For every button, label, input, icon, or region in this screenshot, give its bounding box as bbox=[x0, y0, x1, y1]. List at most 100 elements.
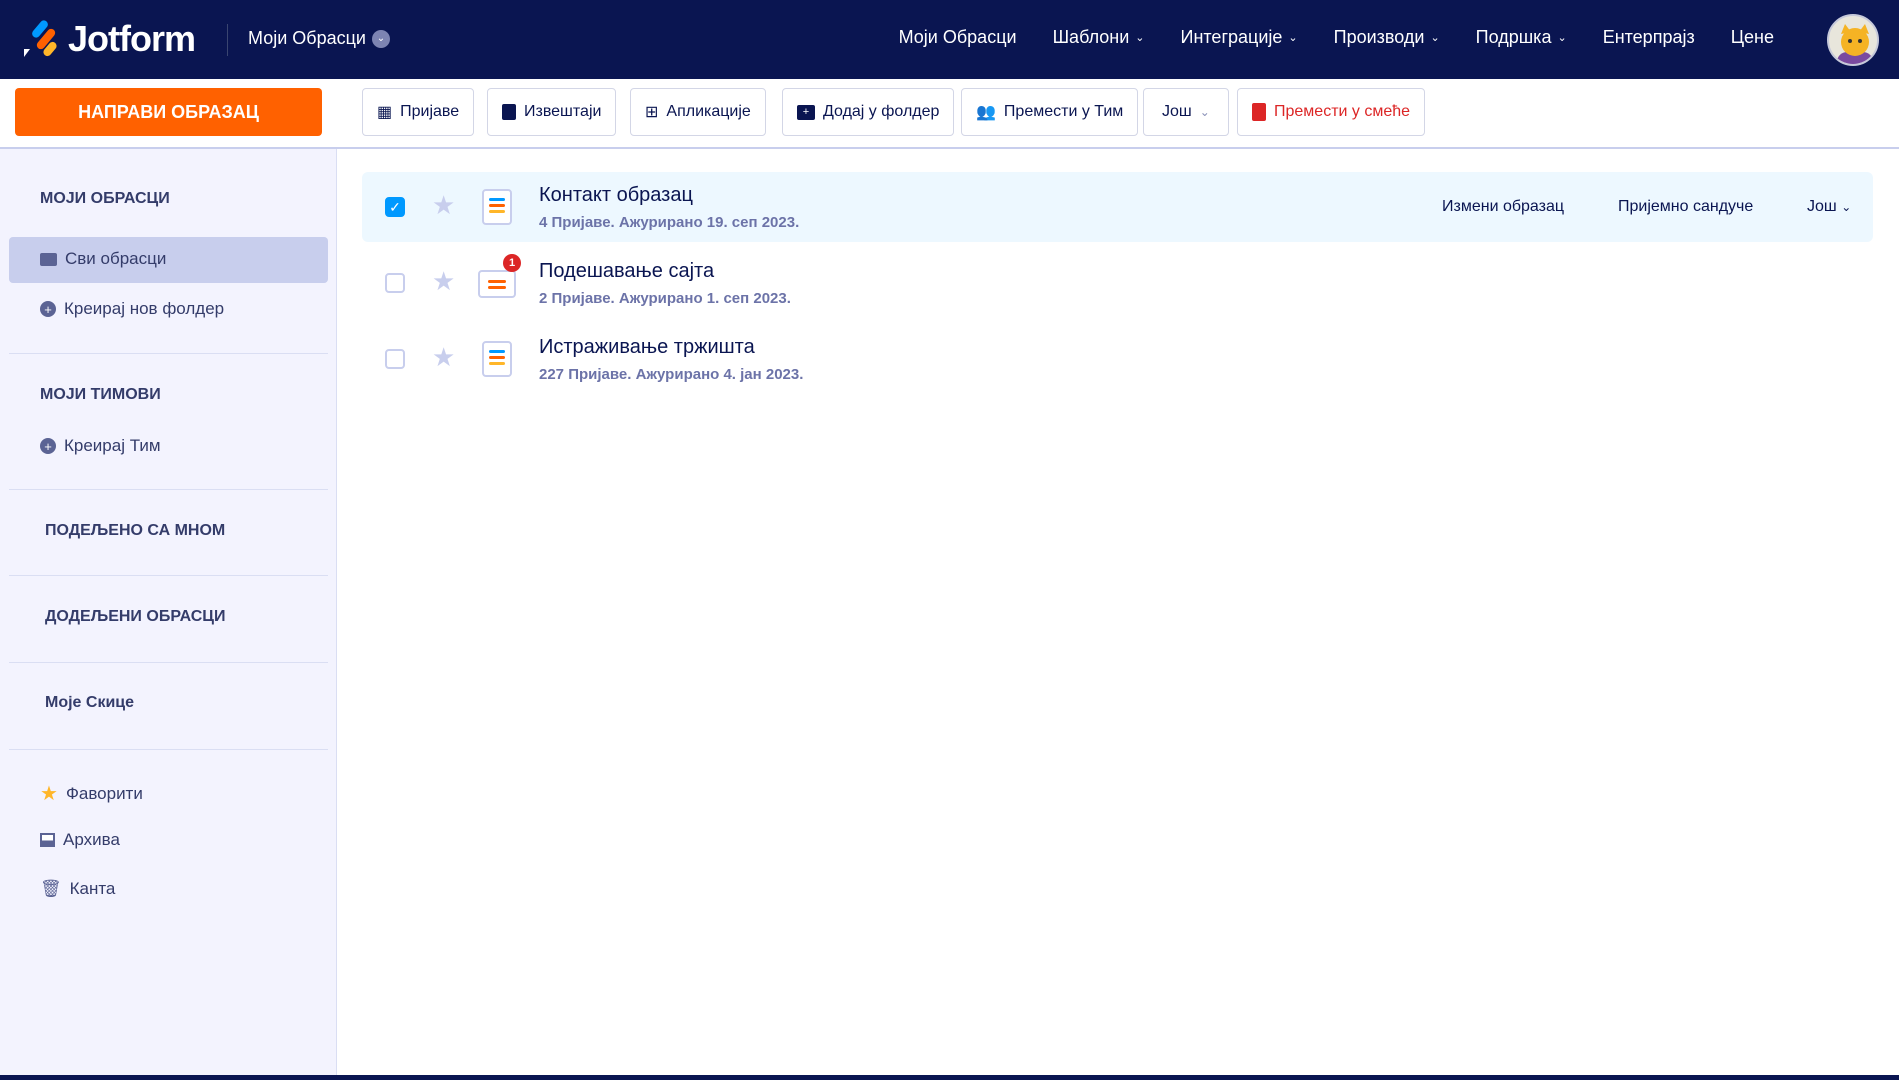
top-header: Jotform Моји Обрасци ⌄ Моји Обрасци Шабло… bbox=[0, 0, 1899, 79]
sidebar-item-archive[interactable]: Архива bbox=[40, 830, 120, 850]
star-icon[interactable]: ★ bbox=[432, 342, 455, 373]
edit-form-button[interactable]: Измени образац bbox=[1442, 198, 1564, 216]
toolbar: ▦ Пријаве Извештаји ⊞ Апликације + Додај у … bbox=[337, 79, 1899, 149]
nav-pricing[interactable]: Цене bbox=[1731, 27, 1774, 48]
trash-icon: 🗑 bbox=[40, 879, 62, 898]
brand-name: Jotform bbox=[68, 18, 196, 59]
chevron-down-icon: ⌄ bbox=[1288, 32, 1298, 44]
chevron-down-icon: ⌄ bbox=[1557, 32, 1567, 44]
nav-label: Шаблони bbox=[1052, 27, 1130, 47]
sidebar-item-shared[interactable]: ПОДЕЉЕНО СА МНОМ bbox=[45, 522, 225, 540]
folder-icon bbox=[40, 252, 57, 266]
row-checkbox[interactable] bbox=[385, 349, 405, 369]
form-icon bbox=[482, 189, 512, 225]
label: Пријаве bbox=[400, 103, 460, 120]
form-title[interactable]: Контакт образац bbox=[539, 184, 693, 207]
divider bbox=[9, 662, 328, 663]
sidebar-item-drafts[interactable]: Моје Скице bbox=[45, 694, 134, 712]
sidebar-item-trash[interactable]: 🗑 Канта bbox=[40, 879, 115, 899]
reports-button[interactable]: Извештаји bbox=[487, 88, 617, 136]
sidebar-item-assigned[interactable]: ДОДЕЉЕНИ ОБРАСЦИ bbox=[45, 608, 225, 626]
star-icon[interactable]: ★ bbox=[432, 266, 455, 297]
label: Још bbox=[1807, 198, 1837, 215]
divider bbox=[9, 489, 328, 490]
chevron-down-icon: ⌄ bbox=[371, 29, 390, 48]
label: Још bbox=[1162, 103, 1192, 120]
create-form-button[interactable]: НАПРАВИ ОБРАЗАЦ bbox=[15, 88, 322, 136]
move-to-team-button[interactable]: 👥 Премести у Тим bbox=[961, 88, 1139, 136]
label: Креирај нов фолдер bbox=[64, 299, 225, 318]
nav-label: Производи bbox=[1333, 27, 1425, 47]
app-icon bbox=[478, 270, 516, 298]
jotform-logo[interactable]: Jotform bbox=[22, 18, 196, 60]
nav-templates[interactable]: Шаблони ⌄ bbox=[1053, 27, 1145, 48]
sidebar-item-favorites[interactable]: ★ Фаворити bbox=[40, 781, 143, 806]
label: Премести у Тим bbox=[1003, 103, 1124, 120]
label: Фаворити bbox=[65, 783, 143, 803]
label: Архива bbox=[63, 830, 120, 849]
nav-label: Цене bbox=[1730, 27, 1774, 47]
apps-button[interactable]: ⊞ Апликације bbox=[630, 88, 766, 136]
workspace-selector[interactable]: Моји Обрасци ⌄ bbox=[248, 28, 390, 49]
add-to-folder-button[interactable]: + Додај у фолдер bbox=[782, 88, 955, 136]
label: Креирај Тим bbox=[64, 436, 161, 455]
chevron-down-icon: ⌄ bbox=[1135, 32, 1145, 44]
report-icon bbox=[502, 104, 516, 120]
form-meta: 2 Пријаве. Ажурирано 1. сеп 2023. bbox=[539, 290, 791, 307]
sidebar-item-create-team[interactable]: + Креирај Тим bbox=[40, 436, 161, 456]
archive-icon bbox=[40, 833, 55, 847]
divider bbox=[9, 353, 328, 354]
nav-my-forms[interactable]: Моји Обрасци bbox=[899, 27, 1017, 48]
table-icon: ▦ bbox=[377, 104, 393, 121]
row-checkbox[interactable]: ✓ bbox=[385, 197, 405, 217]
submissions-button[interactable]: ▦ Пријаве bbox=[362, 88, 475, 136]
sidebar: МОЈИ ОБРАСЦИ Сви обрасци + Креирај нов фо… bbox=[0, 79, 337, 1075]
workspace-label: Моји Обрасци bbox=[248, 28, 366, 48]
folder-plus-icon: + bbox=[797, 104, 815, 120]
label: Канта bbox=[69, 879, 116, 898]
move-to-trash-button[interactable]: Премести у смеће bbox=[1237, 88, 1426, 136]
star-icon[interactable]: ★ bbox=[432, 190, 455, 221]
apps-icon: ⊞ bbox=[645, 104, 659, 121]
nav-support[interactable]: Подршка ⌄ bbox=[1476, 27, 1567, 48]
avatar[interactable] bbox=[1827, 14, 1879, 66]
label: Извештаји bbox=[524, 103, 602, 120]
inbox-button[interactable]: Пријемно сандуче bbox=[1618, 198, 1753, 216]
label: Додај у фолдер bbox=[823, 103, 940, 120]
form-row[interactable]: ★ Истраживање тржишта 227 Пријаве. Ажури… bbox=[362, 324, 1873, 394]
divider bbox=[9, 575, 328, 576]
plus-circle-icon: + bbox=[40, 301, 56, 317]
form-meta: 4 Пријаве. Ажурирано 19. сеп 2023. bbox=[539, 214, 800, 231]
nav-label: Интеграције bbox=[1180, 27, 1283, 47]
sidebar-top: НАПРАВИ ОБРАЗАЦ bbox=[0, 79, 337, 149]
nav-products[interactable]: Производи ⌄ bbox=[1334, 27, 1440, 48]
form-row[interactable]: ★ 1 Подешавање сајта 2 Пријаве. Ажуриран… bbox=[362, 248, 1873, 318]
nav-label: Ентерпрајз bbox=[1602, 27, 1695, 47]
jotform-logo-icon bbox=[24, 20, 57, 57]
form-row[interactable]: ✓ ★ Контакт образац 4 Пријаве. Ажурирано… bbox=[362, 172, 1873, 242]
form-title[interactable]: Подешавање сајта bbox=[539, 260, 714, 283]
nav-enterprise[interactable]: Ентерпрајз bbox=[1603, 27, 1695, 48]
section-my-teams: МОЈИ ТИМОВИ bbox=[40, 386, 161, 403]
chevron-down-icon: ⌄ bbox=[1430, 32, 1440, 44]
top-nav: Моји Обрасци Шаблони ⌄ Интеграције ⌄ Произ… bbox=[899, 27, 1774, 48]
sidebar-item-new-folder[interactable]: + Креирај нов фолдер bbox=[40, 299, 224, 319]
more-dropdown[interactable]: Још ⌄ bbox=[1143, 88, 1229, 136]
section-my-forms: МОЈИ ОБРАСЦИ bbox=[40, 190, 170, 207]
bottom-bar bbox=[0, 1075, 1899, 1080]
sidebar-item-all-forms-label[interactable]: Сви обрасци bbox=[40, 249, 166, 269]
form-title[interactable]: Истраживање тржишта bbox=[539, 336, 755, 359]
row-checkbox[interactable] bbox=[385, 273, 405, 293]
nav-label: Подршка bbox=[1475, 27, 1552, 47]
label: Апликације bbox=[666, 103, 751, 120]
label: Сви обрасци bbox=[65, 249, 167, 268]
row-more-dropdown[interactable]: Још ⌄ bbox=[1807, 198, 1851, 216]
trash-icon bbox=[1252, 103, 1266, 121]
nav-integrations[interactable]: Интеграције ⌄ bbox=[1181, 27, 1298, 48]
plus-circle-icon: + bbox=[40, 438, 56, 454]
star-icon: ★ bbox=[40, 783, 58, 805]
notification-badge: 1 bbox=[503, 254, 521, 272]
label: Премести у смеће bbox=[1274, 103, 1411, 120]
form-icon bbox=[482, 341, 512, 377]
chevron-down-icon: ⌄ bbox=[1199, 105, 1210, 119]
